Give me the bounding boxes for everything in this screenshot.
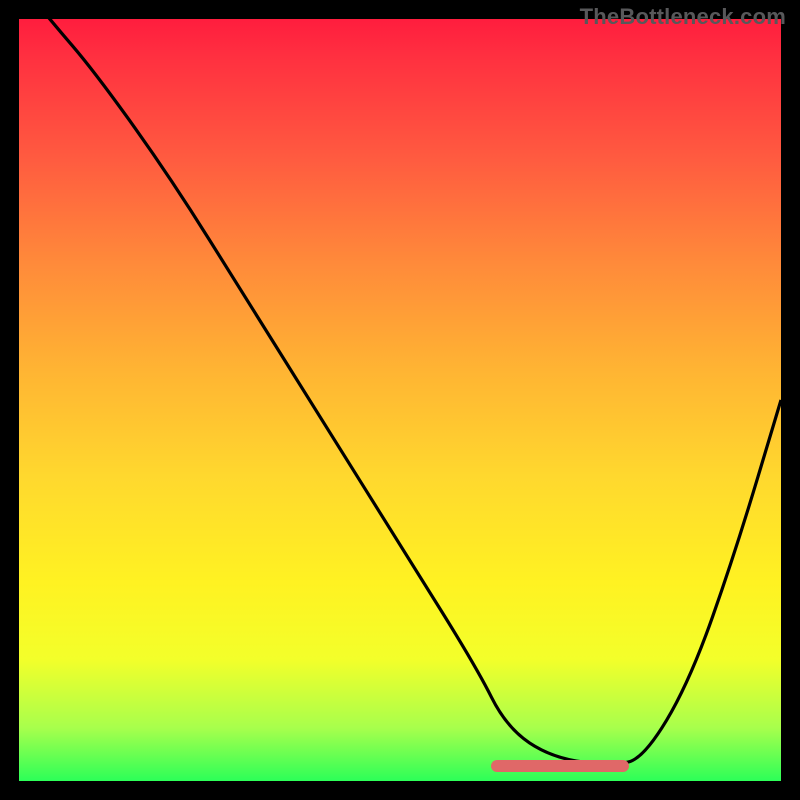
chart-area [19, 19, 781, 781]
watermark: TheBottleneck.com [580, 4, 786, 30]
bottleneck-curve [19, 0, 781, 764]
optimal-range-marker [491, 760, 628, 772]
curve-svg [19, 19, 781, 781]
